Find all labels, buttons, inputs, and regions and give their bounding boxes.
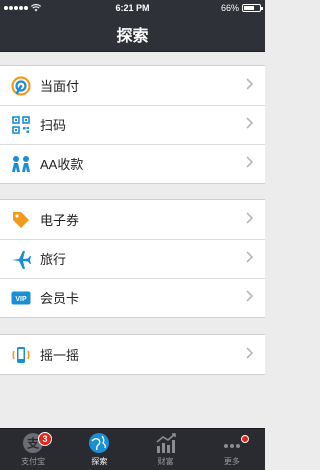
status-right: 66% — [220, 3, 263, 13]
vip-card-icon: VIP — [10, 287, 32, 309]
tab-more[interactable]: 更多 — [199, 429, 265, 470]
pay-face-icon — [10, 75, 32, 97]
tab-bar: 支 3 支付宝 探索 财富 更多 — [0, 428, 265, 470]
chevron-right-icon — [246, 290, 253, 302]
more-dots-icon — [223, 444, 240, 448]
menu-item-qr-scan[interactable]: 扫码 — [0, 105, 265, 144]
menu-group-3: 摇一摇 — [0, 334, 265, 375]
chevron-right-icon — [246, 212, 253, 224]
tab-label: 探索 — [91, 457, 108, 466]
menu-item-label: 当面付 — [40, 79, 80, 94]
menu-item-aa-collect[interactable]: AA收款 — [0, 144, 265, 183]
menu-item-travel[interactable]: 旅行 — [0, 239, 265, 278]
menu-group-1: 当面付 扫码 AA收款 — [0, 65, 265, 184]
signal-strength-icon — [4, 6, 28, 10]
menu-item-shake[interactable]: 摇一摇 — [0, 335, 265, 374]
menu-item-label: 会员卡 — [40, 291, 80, 306]
chevron-right-icon — [246, 251, 253, 263]
chevron-right-icon — [246, 117, 253, 129]
battery-fill — [244, 6, 254, 10]
chevron-right-icon — [246, 78, 253, 90]
tab-explore[interactable]: 探索 — [66, 429, 132, 470]
chart-icon — [156, 433, 176, 453]
menu-item-label: 电子券 — [40, 213, 80, 228]
plane-icon — [10, 248, 32, 270]
qr-scan-icon — [10, 114, 32, 136]
tab-wealth[interactable]: 财富 — [133, 429, 199, 470]
svg-text:VIP: VIP — [15, 296, 27, 303]
chevron-right-icon — [246, 347, 253, 359]
coupon-tag-icon — [10, 209, 32, 231]
page-title: 探索 — [116, 27, 149, 45]
wifi-icon — [31, 4, 41, 12]
chevron-right-icon — [246, 156, 253, 168]
nav-bar: 探索 — [0, 16, 265, 52]
menu-item-label: 旅行 — [40, 252, 67, 267]
menu-item-label: AA收款 — [40, 157, 84, 172]
notification-badge: 3 — [38, 432, 52, 446]
menu-item-member-card[interactable]: VIP 会员卡 — [0, 278, 265, 317]
menu-item-label: 摇一摇 — [40, 348, 80, 363]
menu-group-2: 电子券 旅行 VIP 会员卡 — [0, 199, 265, 318]
battery-icon — [242, 4, 263, 12]
notification-dot — [240, 435, 249, 443]
tab-label: 更多 — [223, 457, 240, 466]
globe-icon — [89, 433, 110, 453]
status-bar: 6:21 PM 66% — [0, 0, 265, 16]
tab-alipay[interactable]: 支 3 支付宝 — [0, 429, 66, 470]
shake-phone-icon — [10, 344, 32, 366]
menu-item-e-coupon[interactable]: 电子券 — [0, 200, 265, 239]
aa-people-icon — [10, 153, 32, 175]
battery-percent: 66% — [220, 3, 239, 13]
status-left — [4, 4, 41, 12]
tab-label: 财富 — [157, 457, 174, 466]
tab-label: 支付宝 — [21, 457, 46, 466]
menu-item-label: 扫码 — [40, 118, 67, 133]
menu-item-pay-face[interactable]: 当面付 — [0, 66, 265, 105]
